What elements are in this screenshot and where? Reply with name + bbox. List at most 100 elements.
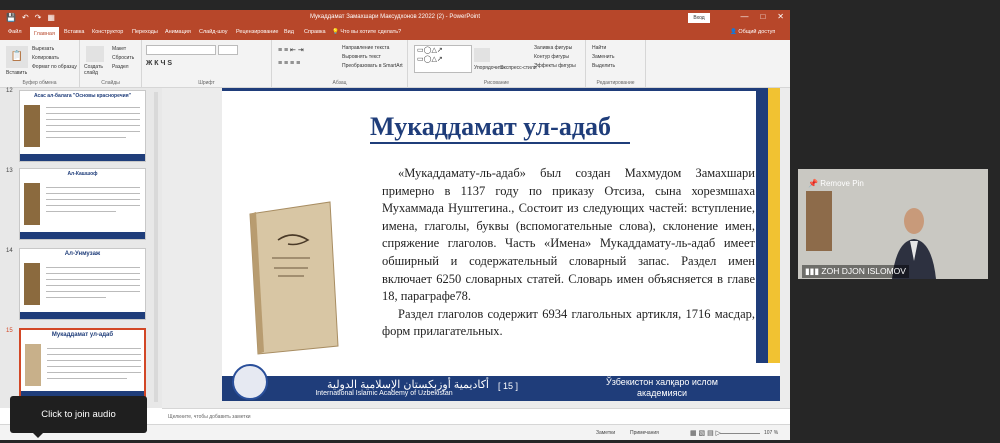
window-title: Мукаддамат Замахшари Максудхонов 22022 (… (309, 14, 481, 20)
notes-placeholder: Щелкните, чтобы добавить заметки (168, 414, 251, 420)
zoom-slider[interactable] (720, 433, 760, 434)
font-size-field[interactable] (218, 45, 238, 55)
bold-icon[interactable]: Ж К Ч S (146, 60, 172, 67)
tell-me-search[interactable]: 💡 Что вы хотите сделать? (332, 29, 401, 35)
title-bar: 💾 ↶ ↷ ▦ Мукаддамат Замахшари Максудхонов… (0, 10, 790, 26)
thumb-footer (20, 154, 145, 161)
footer-english-name: International Islamic Academy of Uzbekis… (315, 390, 453, 397)
slide-title[interactable]: Мукаддамат ул-адаб (370, 112, 611, 142)
thumb-text-line (46, 297, 106, 298)
cut-button[interactable]: Вырезать (32, 46, 54, 52)
restore-icon[interactable]: □ (760, 12, 765, 21)
thumb-title: Мукаддамат ул-адаб (51, 332, 114, 338)
paste-icon[interactable]: 📋 (6, 46, 28, 68)
join-audio-tooltip[interactable]: Click to join audio (10, 396, 147, 433)
tab-help[interactable]: Справка (304, 29, 326, 35)
thumb-book-image (24, 105, 40, 147)
smartart-button[interactable]: Преобразовать в SmartArt (342, 63, 403, 69)
comments-toggle[interactable]: Примечания (630, 430, 659, 436)
thumb-book-image (24, 263, 40, 305)
paste-button[interactable]: Вставить (6, 70, 27, 76)
close-icon[interactable]: ✕ (777, 12, 784, 21)
tab-transitions[interactable]: Переходы (132, 29, 158, 35)
new-slide-icon[interactable] (86, 46, 104, 62)
shapes-gallery[interactable]: ▭◯△↗ ▭◯△↗ (414, 45, 472, 73)
academy-logo (232, 364, 268, 400)
tab-insert[interactable]: Вставка (64, 29, 84, 35)
tab-file[interactable]: Файл (8, 29, 22, 35)
powerpoint-window: 💾 ↶ ↷ ▦ Мукаддамат Замахшари Максудхонов… (0, 10, 790, 440)
thumb-text-line (46, 119, 140, 120)
zoom-level[interactable]: 107 % (764, 430, 778, 436)
footer-uzbek-name: Ўзбекистон халқаро ислом академияси (592, 377, 732, 399)
align-icon[interactable]: ≡ ≡ ≡ ≡ (278, 60, 300, 67)
thumb-text-line (47, 360, 141, 361)
section-button[interactable]: Раздел (112, 64, 129, 70)
thumbnail-slide-13[interactable]: Ал-Кашшоф (19, 168, 146, 240)
video-door (806, 191, 832, 251)
thumb-number: 15 (6, 328, 13, 334)
select-button[interactable]: Выделить (592, 63, 615, 69)
thumbnail-slide-14[interactable]: Ал-Унмузаж (19, 248, 146, 320)
view-buttons[interactable]: ▦ ▧ ▤ ▷ (690, 429, 721, 437)
remove-pin-button[interactable]: 📌 Remove Pin (808, 179, 864, 188)
tab-view[interactable]: Вид (284, 29, 294, 35)
share-button[interactable]: 👤 Общий доступ (730, 29, 775, 35)
editing-caption: Редактирование (596, 80, 635, 86)
thumb-text-line (47, 366, 141, 367)
arrange-icon[interactable] (474, 48, 490, 62)
find-button[interactable]: Найти (592, 45, 606, 51)
thumb-number: 14 (6, 248, 13, 254)
remove-pin-label: Remove Pin (820, 179, 864, 188)
tab-slideshow[interactable]: Слайд-шоу (199, 29, 228, 35)
font-group: Ж К Ч S Шрифт (142, 40, 272, 88)
ribbon: 📋 Вставить Вырезать Копировать Формат по… (0, 40, 790, 88)
shape-outline-button[interactable]: Контур фигуры (534, 54, 569, 60)
slide-canvas[interactable]: Мукаддамат ул-адаб «Мукаддамату-ль-адаб»… (222, 88, 780, 401)
paragraph-caption: Абзац (332, 80, 347, 86)
align-text-button[interactable]: Выровнять текст (342, 54, 381, 60)
thumb-text-line (46, 125, 140, 126)
thumb-book-image (25, 344, 41, 386)
thumb-title: Ал-Унмузаж (64, 251, 101, 257)
thumb-text-line (46, 273, 140, 274)
slide-body-text[interactable]: «Мукаддамату-ль-адаб» был создан Махмудо… (382, 165, 755, 341)
notes-toggle[interactable]: Заметки (596, 430, 615, 436)
font-caption: Шрифт (198, 80, 215, 86)
replace-button[interactable]: Заменить (592, 54, 614, 60)
book-cover-image[interactable] (242, 196, 342, 356)
body-paragraph-2: Раздел глаголов содержит 6934 глагольных… (382, 306, 755, 339)
tab-home[interactable]: Главная (30, 27, 59, 40)
tab-review[interactable]: Рецензирование (236, 29, 278, 35)
notes-pane[interactable]: Щелкните, чтобы добавить заметки (162, 408, 790, 424)
format-painter-button[interactable]: Формат по образцу (32, 64, 77, 70)
slide-side-bar-gold (768, 88, 780, 363)
thumb-book-image (24, 183, 40, 225)
font-name-field[interactable] (146, 45, 216, 55)
shape-effects-button[interactable]: Эффекты фигуры (534, 63, 576, 69)
thumb-text-line (46, 193, 140, 194)
quick-styles-button[interactable]: Экспресс-стили (500, 65, 537, 71)
text-direction-button[interactable]: Направление текста (342, 45, 389, 51)
new-slide-button[interactable]: Создать слайд (84, 64, 108, 76)
reset-button[interactable]: Сбросить (112, 55, 134, 61)
thumb-footer (20, 312, 145, 319)
thumb-text-line (47, 378, 127, 379)
thumbnail-slide-15[interactable]: Мукаддамат ул-адаб (19, 328, 146, 400)
thumb-title: Асас ал-балага "Основы красноречия" (33, 93, 132, 99)
minimize-icon[interactable]: — (740, 12, 748, 21)
copy-button[interactable]: Копировать (32, 55, 59, 61)
thumbnails-scrollbar[interactable] (154, 92, 158, 402)
thumb-text-line (46, 267, 140, 268)
shape-fill-button[interactable]: Заливка фигуры (534, 45, 572, 51)
sign-in-button[interactable]: Вход (688, 13, 710, 23)
tab-animations[interactable]: Анимация (165, 29, 191, 35)
participant-video-tile[interactable]: 📌 Remove Pin ▮▮▮ ZOH DJON ISLOMOV (798, 169, 988, 279)
thumbnail-slide-12[interactable]: Асас ал-балага "Основы красноречия" (19, 90, 146, 162)
tab-design[interactable]: Конструктор (92, 29, 123, 35)
drawing-group: ▭◯△↗ ▭◯△↗ Упорядочить Экспресс-стили Зали… (408, 40, 586, 88)
bullets-icon[interactable]: ≡ ≡ ⇤ ⇥ (278, 46, 304, 54)
tell-me-label: Что вы хотите сделать? (340, 29, 402, 35)
tooltip-arrow (32, 432, 44, 438)
layout-button[interactable]: Макет (112, 46, 126, 52)
